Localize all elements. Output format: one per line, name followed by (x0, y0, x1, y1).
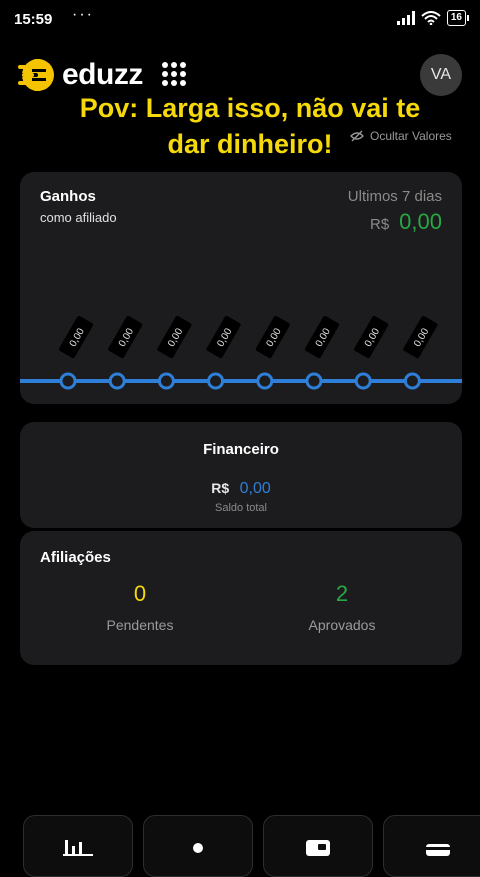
approved-label: Aprovados (308, 617, 376, 633)
affiliations-card: Afiliações 0 Pendentes 2 Aprovados (20, 531, 462, 665)
data-label: 0,00 (206, 315, 241, 359)
card-icon (426, 844, 450, 856)
earnings-chart: 0,00 0,00 0,00 0,00 0,00 0,00 0,00 0,00 (20, 315, 462, 390)
nav-card-button[interactable] (383, 815, 480, 877)
data-point[interactable] (305, 372, 323, 390)
finance-amount: R$ 0,00 (20, 480, 462, 498)
data-point[interactable] (108, 372, 126, 390)
eduzz-logo: eduzz (18, 57, 143, 93)
approved-stat[interactable]: 2 Aprovados (262, 581, 422, 633)
data-label: 0,00 (58, 315, 94, 359)
data-point[interactable] (403, 372, 421, 390)
earnings-subtitle: como afiliado (40, 210, 117, 225)
data-point[interactable] (207, 372, 225, 390)
finance-currency: R$ (211, 480, 230, 496)
earnings-card: 0,00 0,00 0,00 0,00 0,00 0,00 0,00 0,00 Ganhos … (20, 172, 462, 404)
data-label: 0,00 (108, 315, 143, 359)
pending-count: 0 (133, 581, 147, 606)
caption-line-1: Pov: Larga isso, não vai te (79, 93, 421, 123)
apps-grid-icon[interactable] (162, 62, 186, 86)
earnings-currency: R$ (369, 216, 390, 233)
hide-values-toggle[interactable]: Ocultar Valores (350, 129, 452, 143)
status-time: 15:59 (14, 11, 53, 28)
affiliations-title: Afiliações (40, 549, 111, 566)
earnings-amount: R$ 0,00 (370, 209, 442, 235)
data-point[interactable] (59, 372, 77, 390)
caption-overlay: Pov: Larga isso, não vai te dar dinheiro… (40, 90, 460, 162)
finance-title: Financeiro (203, 441, 279, 458)
earnings-period[interactable]: Ultimos 7 dias (348, 188, 442, 205)
eduzz-logo-mark-icon (18, 59, 54, 91)
logo-text: eduzz (62, 58, 143, 91)
status-icons: 16 (396, 10, 470, 26)
earnings-title: Ganhos (40, 188, 96, 205)
signal-icon (396, 11, 415, 25)
app-header: eduzz VA (0, 54, 480, 96)
data-label: 0,00 (255, 315, 290, 359)
pending-stat[interactable]: 0 Pendentes (60, 581, 220, 633)
data-label: 0,00 (403, 315, 438, 359)
bottom-nav (0, 815, 480, 877)
finance-balance-label: Saldo total (215, 502, 267, 514)
finance-card[interactable]: Financeiro R$ 0,00 Saldo total (20, 422, 462, 528)
hide-values-label: Ocultar Valores (370, 129, 452, 143)
data-point[interactable] (354, 372, 372, 390)
finance-value: 0,00 (239, 480, 271, 497)
eye-off-icon (350, 130, 364, 142)
pending-label: Pendentes (106, 617, 174, 633)
approved-count: 2 (335, 581, 349, 606)
dot-icon (193, 843, 203, 853)
nav-wallet-button[interactable] (263, 815, 373, 877)
notification-dots: ··· (72, 6, 94, 23)
data-point[interactable] (256, 372, 274, 390)
nav-home-button[interactable] (143, 815, 253, 877)
data-point[interactable] (157, 372, 175, 390)
wifi-icon (421, 11, 441, 25)
earnings-value: 0,00 (399, 209, 442, 234)
data-label: 0,00 (304, 315, 340, 359)
battery-icon: 16 (446, 10, 470, 26)
bar-chart-icon (63, 840, 93, 856)
wallet-icon (306, 840, 330, 856)
data-label: 0,00 (157, 315, 192, 359)
data-label: 0,00 (354, 315, 389, 359)
status-bar: 15:59 ··· 16 (0, 0, 480, 40)
nav-dashboard-button[interactable] (23, 815, 133, 877)
